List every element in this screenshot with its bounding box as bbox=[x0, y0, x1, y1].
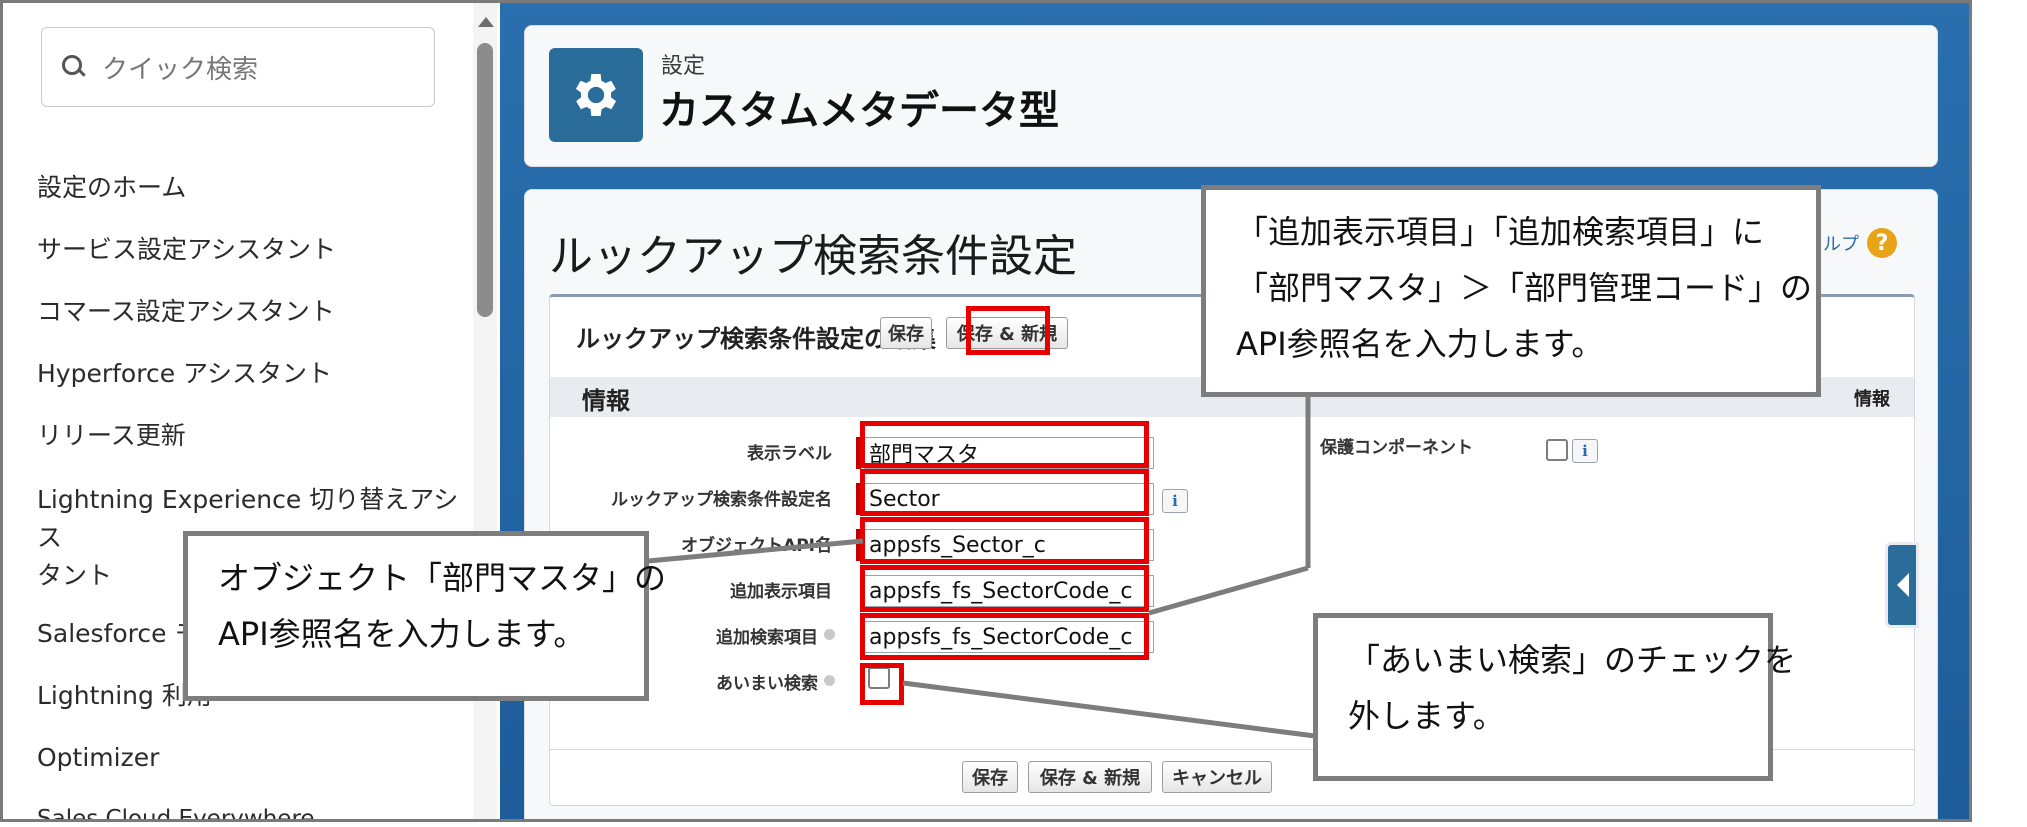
highlight-display-field bbox=[860, 565, 1149, 612]
highlight-object-api bbox=[860, 517, 1149, 564]
callout-line: 外します。 bbox=[1348, 697, 1505, 735]
protected-component-checkbox[interactable] bbox=[1546, 439, 1568, 461]
search-icon bbox=[60, 53, 88, 81]
highlight-setting-name bbox=[860, 469, 1149, 516]
field-label-display-label: 表示ラベル bbox=[747, 444, 832, 464]
callout-line: オブジェクト「部門マスタ」の bbox=[218, 559, 667, 597]
scroll-up-arrow-icon[interactable] bbox=[478, 17, 494, 27]
search-placeholder: クイック検索 bbox=[102, 54, 259, 85]
section-title: 情報 bbox=[582, 387, 630, 415]
sidebar-item-release-updates[interactable]: リリース更新 bbox=[37, 419, 467, 452]
help-link-label: ルプ bbox=[1823, 234, 1859, 255]
save-button-bottom[interactable]: 保存 bbox=[962, 761, 1018, 793]
highlight-display-label bbox=[860, 421, 1149, 468]
field-label-protected-component: 保護コンポーネント bbox=[1320, 438, 1473, 458]
sidebar-item-label-line2: タント bbox=[37, 561, 113, 590]
callout-line: 「あいまい検索」のチェックを bbox=[1348, 641, 1797, 679]
page-title: ルックアップ検索条件設定 bbox=[549, 231, 1077, 282]
info-icon[interactable]: i bbox=[1572, 439, 1598, 463]
highlight-search-field bbox=[860, 613, 1149, 660]
sidebar-item-optimizer[interactable]: Optimizer bbox=[37, 741, 467, 774]
section-title-right: 情報 bbox=[1854, 389, 1890, 410]
callout-line: 「追加表示項目」「追加検索項目」に bbox=[1236, 213, 1765, 251]
save-button[interactable]: 保存 bbox=[880, 317, 932, 349]
collapse-panel-tab[interactable] bbox=[1885, 542, 1919, 628]
callout-object-api: オブジェクト「部門マスタ」の API参照名を入力します。 bbox=[183, 531, 667, 701]
help-hint-icon bbox=[824, 675, 835, 686]
callout-line: API参照名を入力します。 bbox=[1236, 325, 1604, 363]
gear-icon bbox=[549, 48, 643, 142]
sidebar-item-service-setup[interactable]: サービス設定アシスタント bbox=[37, 233, 467, 266]
screenshot-frame: クイック検索 設定のホーム サービス設定アシスタント コマース設定アシスタント … bbox=[0, 0, 1972, 822]
help-icon: ? bbox=[1867, 228, 1897, 258]
cancel-button-bottom[interactable]: キャンセル bbox=[1162, 761, 1272, 793]
callout-line: API参照名を入力します。 bbox=[218, 615, 586, 653]
breadcrumb[interactable]: 設定 bbox=[661, 48, 705, 80]
sidebar-item-setup-home[interactable]: 設定のホーム bbox=[37, 171, 467, 204]
help-hint-icon bbox=[824, 629, 835, 640]
help-link[interactable]: ルプ ? bbox=[1823, 228, 1897, 258]
field-label-setting-name: ルックアップ検索条件設定名 bbox=[611, 490, 832, 510]
page-header: 設定 カスタムメタデータ型 bbox=[524, 25, 1938, 167]
sidebar-item-sales-cloud-everywhere[interactable]: Sales Cloud Everywhere bbox=[37, 803, 467, 819]
info-icon[interactable]: i bbox=[1162, 489, 1188, 513]
sidebar-nav: 設定のホーム サービス設定アシスタント コマース設定アシスタント Hyperfo… bbox=[37, 171, 467, 819]
quick-search-input[interactable]: クイック検索 bbox=[41, 27, 435, 107]
sidebar-scroll-thumb[interactable] bbox=[477, 43, 493, 317]
callout-fuzzy-search: 「あいまい検索」のチェックを 外します。 bbox=[1313, 613, 1797, 781]
save-new-button-bottom[interactable]: 保存 & 新規 bbox=[1028, 761, 1152, 793]
callout-display-search-fields: 「追加表示項目」「追加検索項目」に 「部門マスタ」＞「部門管理コード」の API… bbox=[1201, 185, 1821, 397]
highlight-fuzzy-checkbox bbox=[860, 663, 904, 705]
sidebar-item-hyperforce[interactable]: Hyperforce アシスタント bbox=[37, 357, 467, 390]
highlight-save-button bbox=[966, 306, 1050, 355]
page-header-title: カスタムメタデータ型 bbox=[659, 88, 1059, 134]
callout-line: 「部門マスタ」＞「部門管理コード」の bbox=[1236, 269, 1813, 307]
sidebar-item-commerce-setup[interactable]: コマース設定アシスタント bbox=[37, 295, 467, 328]
